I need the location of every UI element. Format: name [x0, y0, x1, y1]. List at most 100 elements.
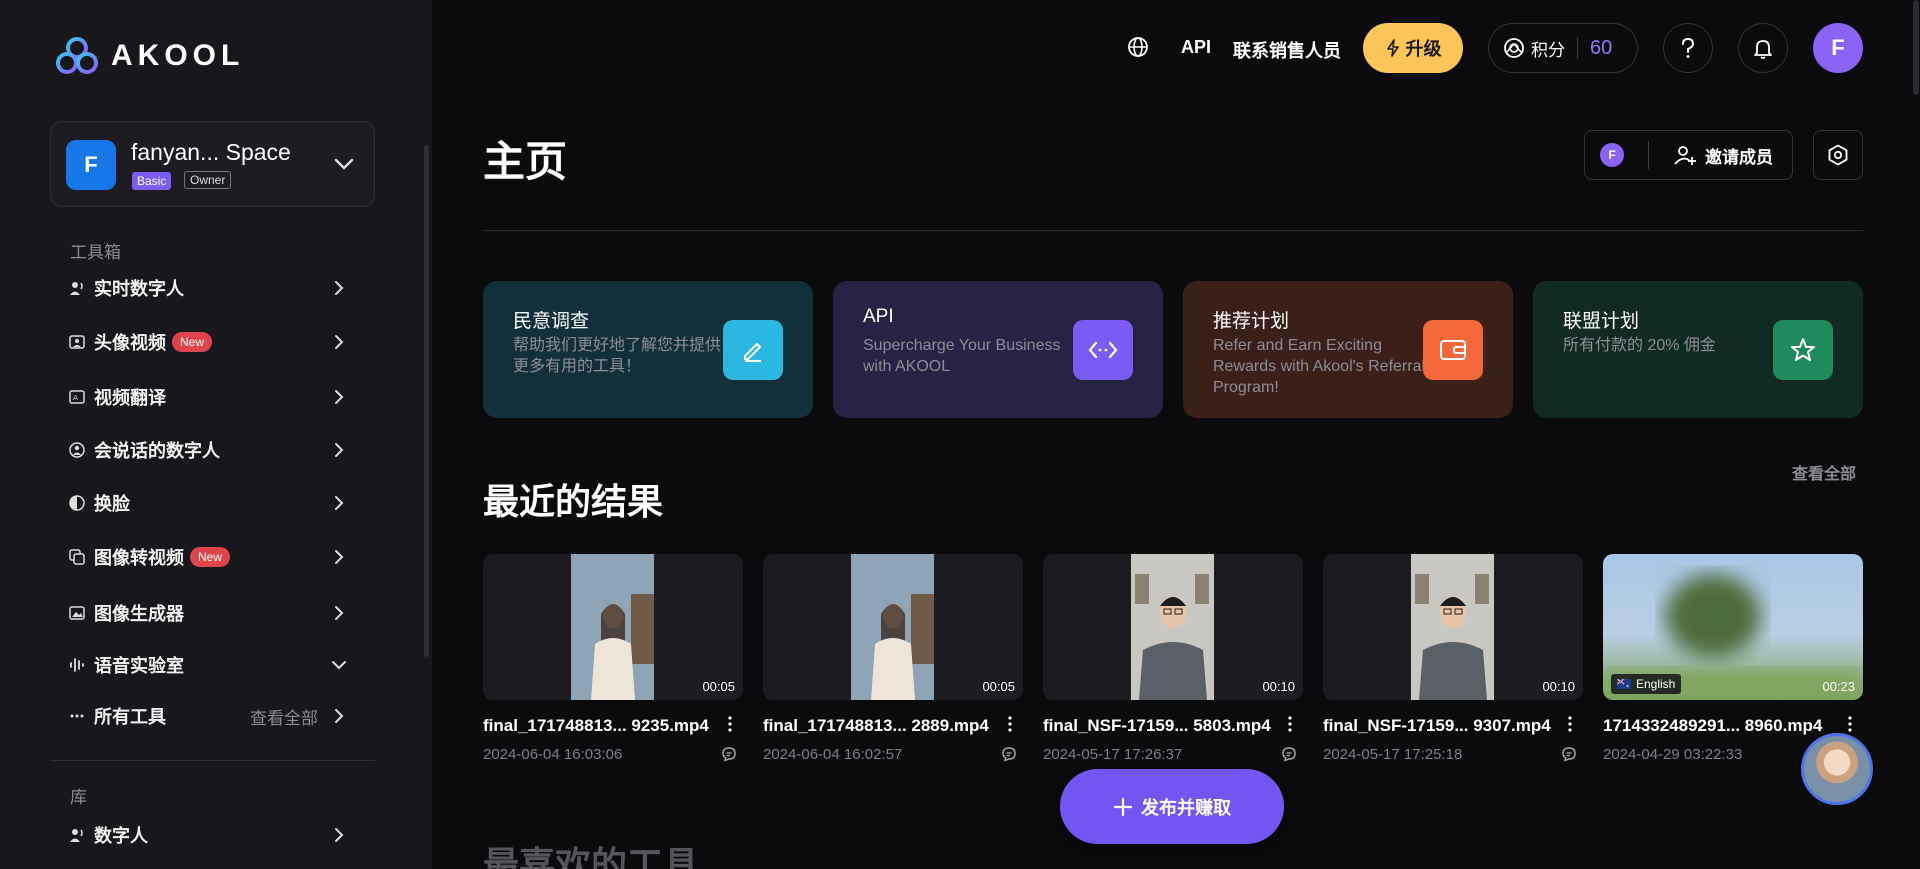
promo-survey-card[interactable]: 民意调查 帮助我们更好地了解您并提供更多有用的工具！ [483, 281, 813, 418]
chevron-right-icon [335, 443, 344, 457]
video-filename: final_NSF-17159... 9307.mp4 [1323, 716, 1551, 735]
video-date: 2024-05-17 17:26:37 [1043, 746, 1183, 763]
woman-video-frame [571, 554, 654, 700]
video-duration: 00:05 [982, 679, 1015, 694]
video-thumbnail[interactable]: English 00:23 [1603, 554, 1863, 700]
space-name: fanyan... Space [131, 139, 291, 165]
comment-icon[interactable] [1561, 746, 1577, 762]
notifications-button[interactable] [1738, 23, 1788, 73]
promo-title: 推荐计划 [1213, 311, 1290, 332]
video-thumbnail[interactable]: 00:05 [483, 554, 743, 700]
library-label: 库 [70, 788, 87, 807]
result-card: 00:05 final_171748813... 9235.mp4 2024-0… [483, 554, 743, 763]
voice-lab-icon [68, 656, 86, 674]
all-tools-see-all[interactable]: 查看全部 [250, 704, 318, 729]
members-invite-group[interactable]: F 邀请成员 [1584, 130, 1793, 180]
promo-title: 民意调查 [513, 311, 590, 332]
question-icon [1682, 37, 1695, 58]
space-avatar: F [66, 140, 116, 190]
video-duration: 00:10 [1542, 679, 1575, 694]
sidebar-item-image-to-video[interactable]: 图像转视频 New [68, 537, 358, 577]
main-scrollbar[interactable] [1913, 0, 1919, 95]
api-link[interactable]: API [1181, 37, 1211, 58]
sidebar-item-image-generator[interactable]: 图像生成器 [68, 593, 358, 633]
members-divider [1648, 141, 1649, 169]
sidebar-item-video-translate[interactable]: A 视频翻译 [68, 377, 358, 417]
sidebar: AKOOL F fanyan... Space Basic Owner 工具箱 … [0, 0, 432, 869]
sidebar-item-label: 换脸 [94, 494, 130, 514]
settings-button[interactable] [1813, 130, 1863, 180]
promo-affiliate-card[interactable]: 联盟计划 所有付款的 20% 佣金 [1533, 281, 1863, 418]
publish-and-earn-button[interactable]: 发布并赚取 [1060, 769, 1284, 844]
user-avatar[interactable]: F [1813, 23, 1863, 73]
comment-icon[interactable] [1001, 746, 1017, 762]
result-card: English 00:23 1714332489291... 8960.mp4 … [1603, 554, 1863, 763]
promo-desc: Refer and Earn Exciting Rewards with Ako… [1213, 337, 1426, 396]
sidebar-item-realtime-avatar[interactable]: 实时数字人 [68, 268, 358, 308]
page-title: 主页 [483, 138, 568, 185]
promo-api-card[interactable]: API Supercharge Your Business with AKOOL [833, 281, 1163, 418]
credits-value: 60 [1590, 36, 1613, 59]
brand-logo[interactable]: AKOOL [55, 36, 244, 76]
promo-desc: 帮助我们更好地了解您并提供更多有用的工具！ [513, 337, 722, 375]
chevron-down-icon [332, 661, 346, 670]
flag-icon [1617, 679, 1631, 689]
more-vertical-icon[interactable] [1567, 714, 1573, 734]
more-vertical-icon[interactable] [1287, 714, 1293, 734]
lightning-icon [1386, 39, 1399, 57]
sidebar-item-all-tools[interactable]: 所有工具 查看全部 [68, 696, 358, 736]
chevron-right-icon [335, 390, 344, 404]
video-filename: final_171748813... 9235.mp4 [483, 716, 709, 735]
face-swap-icon [68, 494, 86, 512]
credits-pill[interactable]: 积分 60 [1488, 23, 1638, 73]
pen-icon [723, 320, 783, 380]
code-icon [1073, 320, 1133, 380]
language-label: English [1636, 677, 1676, 691]
invite-member-label: 邀请成员 [1705, 147, 1773, 167]
space-switcher[interactable]: F fanyan... Space Basic Owner [50, 121, 375, 207]
sidebar-item-voice-lab[interactable]: 语音实验室 [68, 645, 358, 685]
sidebar-divider [50, 760, 375, 761]
video-filename: 1714332489291... 8960.mp4 [1603, 716, 1823, 735]
contact-sales-link[interactable]: 联系销售人员 [1233, 37, 1341, 63]
upgrade-button[interactable]: 升级 [1363, 23, 1463, 73]
globe-icon[interactable] [1126, 35, 1150, 59]
video-thumbnail[interactable]: 00:10 [1043, 554, 1303, 700]
image-to-video-icon [68, 548, 86, 566]
more-vertical-icon[interactable] [727, 714, 733, 734]
comment-icon[interactable] [721, 746, 737, 762]
more-vertical-icon[interactable] [1007, 714, 1013, 734]
new-badge: New [172, 332, 213, 352]
chevron-right-icon [335, 606, 344, 620]
comment-icon[interactable] [1281, 746, 1297, 762]
chevron-right-icon [335, 709, 344, 723]
star-icon [1773, 320, 1833, 380]
credits-icon [1504, 38, 1524, 58]
result-card: 00:05 final_171748813... 2889.mp4 2024-0… [763, 554, 1023, 763]
sidebar-item-avatar-video[interactable]: 头像视频 New [68, 322, 358, 362]
promo-desc: Supercharge Your Business with AKOOL [863, 337, 1061, 375]
man-video-frame [1411, 554, 1494, 700]
svg-text:A: A [73, 394, 78, 402]
help-button[interactable] [1663, 23, 1713, 73]
sidebar-item-label: 图像生成器 [94, 604, 184, 624]
sidebar-item-talking-avatar[interactable]: 会说话的数字人 [68, 430, 358, 470]
sidebar-scrollbar[interactable] [424, 145, 429, 657]
favorite-tools-title: 最喜欢的工具 [483, 844, 700, 869]
akool-logo-icon [56, 37, 98, 74]
assistant-avatar-button[interactable] [1801, 733, 1873, 805]
video-filename: final_NSF-17159... 5803.mp4 [1043, 716, 1271, 735]
sidebar-item-library-avatar[interactable]: 数字人 [68, 815, 358, 855]
language-tag: English [1611, 674, 1682, 694]
bell-icon [1754, 40, 1772, 59]
see-all-link[interactable]: 查看全部 [1792, 460, 1856, 484]
video-filename: final_171748813... 2889.mp4 [763, 716, 989, 735]
video-thumbnail[interactable]: 00:10 [1323, 554, 1583, 700]
recent-results-title: 最近的结果 [483, 481, 664, 522]
promo-title: API [863, 306, 894, 327]
sidebar-item-face-swap[interactable]: 换脸 [68, 483, 358, 523]
more-vertical-icon[interactable] [1847, 714, 1853, 734]
video-thumbnail[interactable]: 00:05 [763, 554, 1023, 700]
video-duration: 00:10 [1262, 679, 1295, 694]
promo-referral-card[interactable]: 推荐计划 Refer and Earn Exciting Rewards wit… [1183, 281, 1513, 418]
